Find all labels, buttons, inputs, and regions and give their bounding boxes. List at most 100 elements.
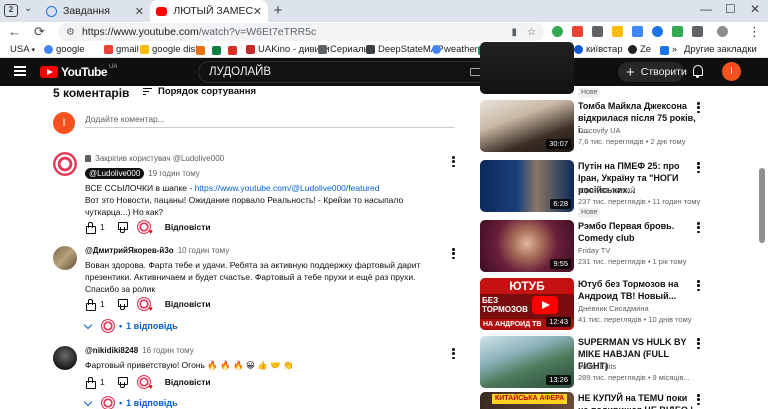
video-menu-icon[interactable] — [697, 222, 700, 233]
video-channel[interactable]: Vader Edits — [578, 362, 616, 371]
bookmark-google[interactable]: google — [44, 44, 85, 55]
bookmark-serialy[interactable]: Сериалы — [318, 44, 370, 55]
video-title[interactable]: Рэмбо Первая бровь. Comedy club — [578, 220, 696, 244]
menu-dots-icon[interactable]: ⋮ — [748, 24, 761, 40]
overflow-chevron-icon[interactable]: » — [672, 44, 677, 54]
extension-icon[interactable] — [672, 26, 683, 37]
view-replies-button[interactable]: • 1 відповідь — [83, 319, 178, 333]
video-channel[interactable]: Discovify UA — [578, 126, 621, 135]
window-close-icon[interactable]: ✕ — [750, 2, 760, 16]
like-icon[interactable] — [85, 377, 96, 389]
profile-icon[interactable] — [717, 26, 728, 37]
bookmark-kyivstar[interactable]: київстар — [574, 44, 623, 55]
comment-author-name[interactable]: @ДмитрийЯкорев-й3о — [85, 246, 174, 255]
extension-icon[interactable] — [552, 26, 563, 37]
video-menu-icon[interactable] — [697, 394, 700, 405]
close-icon[interactable]: ✕ — [135, 5, 144, 18]
comment-menu-icon[interactable] — [452, 348, 455, 359]
view-replies-button[interactable]: • 1 відповідь — [83, 396, 178, 409]
star-icon[interactable]: ☆ — [527, 27, 536, 38]
video-thumbnail[interactable]: ЮТУБ БЕЗ ТОРМОЗОВ НА АНДРОИД ТВ 12:43 — [480, 278, 574, 330]
comment-time[interactable]: 10 годин тому — [178, 246, 230, 255]
minimize-icon[interactable]: — — [700, 2, 712, 16]
account-avatar[interactable]: I — [722, 62, 741, 81]
bookmark-usa[interactable]: USA ▾ — [10, 44, 35, 55]
extension-icon[interactable] — [692, 26, 703, 37]
video-channel[interactable]: Friday TV — [578, 246, 610, 255]
video-channel[interactable]: Юрий ВЕЛИКИЙ — [578, 186, 636, 195]
extension-icon[interactable] — [652, 26, 663, 37]
page-scrollbar[interactable] — [756, 86, 768, 409]
extension-icon[interactable] — [592, 26, 603, 37]
tab-list-chevron-icon[interactable]: ⌄ — [24, 3, 32, 14]
bookmark-app-icon[interactable] — [228, 46, 237, 55]
scrollbar-thumb[interactable] — [759, 168, 765, 243]
comment-menu-icon[interactable] — [452, 156, 455, 167]
bookmark-gmail[interactable]: gmail — [104, 44, 139, 55]
extension-icon[interactable] — [632, 26, 643, 37]
comment-link[interactable]: https://www.youtube.com/@Ludolive000/fea… — [195, 183, 380, 193]
bookmark-app-icon[interactable] — [196, 46, 205, 55]
video-thumbnail[interactable]: 6:28 — [480, 160, 574, 212]
dislike-icon[interactable] — [117, 222, 128, 233]
maximize-icon[interactable]: ☐ — [725, 2, 736, 16]
back-arrow-icon[interactable]: ← — [8, 24, 21, 39]
youtube-logo[interactable]: YouTube UA — [40, 64, 117, 79]
video-title[interactable]: НЕ КУПУЙ на TEMU поки не подивишся ЦЕ ВІ… — [578, 392, 696, 409]
search-input[interactable]: ЛУДОЛАЙВ — [198, 61, 493, 83]
extension-icon[interactable] — [612, 26, 623, 37]
video-menu-icon[interactable] — [697, 162, 700, 173]
video-menu-icon[interactable] — [697, 102, 700, 113]
comment-time[interactable]: 19 годин тому — [148, 169, 200, 178]
comment-author-name[interactable]: @Ludolive000 — [85, 168, 145, 179]
comment-menu-icon[interactable] — [452, 248, 455, 259]
like-icon[interactable] — [85, 299, 96, 311]
video-thumbnail[interactable]: 30:07 — [480, 100, 574, 152]
close-icon[interactable]: ✕ — [253, 5, 262, 18]
add-comment-input[interactable]: Додайте коментар... — [85, 112, 455, 128]
video-thumbnail[interactable]: 9:55 — [480, 220, 574, 272]
gmail-icon — [104, 45, 113, 54]
address-bar[interactable]: ⚙ https://www.youtube.com/watch?v=W6Et7e… — [58, 23, 544, 41]
new-tab-button[interactable]: + — [270, 3, 286, 19]
kyivstar-icon — [574, 45, 583, 54]
video-channel[interactable]: Дневник Сисадмина — [578, 304, 649, 313]
sort-comments-button[interactable]: Порядок сортування — [143, 86, 256, 97]
bookmark-icon[interactable]: ▮ — [512, 27, 518, 38]
notifications-bell-icon[interactable] — [693, 65, 703, 78]
dislike-icon[interactable] — [117, 299, 128, 310]
bookmark-app-icon[interactable] — [660, 46, 669, 55]
bookmark-ze[interactable]: Ze — [628, 44, 651, 55]
tab-youtube-video[interactable]: ЛЮТЫЙ ЗАМЕС В КРЕ ✕ — [150, 0, 268, 22]
like-count: 1 — [100, 299, 105, 309]
video-menu-icon[interactable] — [697, 338, 700, 349]
bookmark-other[interactable]: Другие закладки — [684, 44, 757, 55]
extension-icon[interactable] — [572, 26, 583, 37]
video-menu-icon[interactable] — [697, 280, 700, 291]
video-thumbnail[interactable]: 13:26 — [480, 336, 574, 388]
comment-author-name[interactable]: @nikidiki8248 — [85, 346, 138, 355]
video-thumbnail[interactable] — [480, 42, 574, 94]
comment-author-avatar[interactable] — [53, 152, 77, 176]
reload-icon[interactable]: ⟳ — [34, 24, 45, 40]
create-button[interactable]: + Створити — [618, 62, 687, 82]
reply-button[interactable]: Відповісти — [165, 299, 211, 309]
tab-count-badge[interactable]: 2 — [4, 4, 18, 17]
hamburger-menu-icon[interactable] — [14, 66, 26, 76]
bookmark-weather[interactable]: weather — [432, 44, 478, 55]
bookmark-app-icon[interactable] — [212, 46, 221, 55]
bookmark-uakino[interactable]: UAKino - дивити — [246, 44, 330, 55]
comment-time[interactable]: 16 годин тому — [142, 346, 194, 355]
video-title[interactable]: Ютуб без Тормозов на Андроид ТВ! Новый..… — [578, 278, 696, 302]
like-icon[interactable] — [85, 222, 96, 234]
site-settings-icon[interactable]: ⚙ — [66, 27, 75, 38]
reply-button[interactable]: Відповісти — [165, 222, 211, 232]
comment-author-avatar[interactable] — [53, 346, 77, 370]
youtube-favicon-icon — [156, 6, 168, 16]
reply-button[interactable]: Відповісти — [165, 377, 211, 387]
bookmark-google-disk[interactable]: google disk — [140, 44, 200, 55]
dislike-icon[interactable] — [117, 377, 128, 388]
video-thumbnail[interactable]: КИТАЙСЬКА АФЕРА — [480, 392, 574, 409]
tab-zavdannia[interactable]: Завдання ✕ — [40, 0, 150, 22]
comment-author-avatar[interactable] — [53, 246, 77, 270]
